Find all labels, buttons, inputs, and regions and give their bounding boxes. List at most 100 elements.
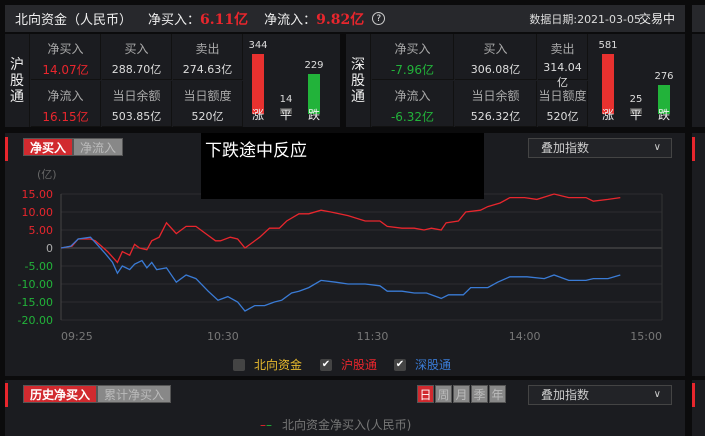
y-tick-label: 10.00 (22, 206, 54, 219)
label-up: 涨 (601, 108, 614, 122)
period-year[interactable]: 年 (489, 385, 506, 403)
label: 买入 (483, 42, 508, 56)
x-tick-label: 14:00 (509, 330, 541, 343)
label-char: 股 (351, 72, 365, 89)
net-flow-label: 净流入： (264, 13, 317, 28)
label-down: 跌 (307, 108, 320, 122)
value: 520亿 (191, 110, 224, 123)
history-legend: – – 北向资金净买入(人民币) (260, 416, 411, 433)
period-day[interactable]: 日 (417, 385, 434, 403)
y-tick-label: -5.00 (25, 260, 53, 273)
net-buy-value: 6.11亿 (200, 11, 249, 28)
sz-quota: 当日额度 520亿 (538, 81, 588, 127)
series-line-sh (60, 193, 621, 264)
sh-net-flow: 净流入 16.15亿 (31, 81, 101, 127)
label-flat: 平 (279, 108, 292, 122)
label-char: 股 (10, 72, 24, 89)
value: 274.63亿 (182, 63, 233, 76)
label-char: 深 (351, 56, 365, 73)
page-title: 北向资金（人民币） (15, 13, 133, 28)
net-buy-label: 净买入： (148, 13, 201, 28)
bar-up (252, 54, 264, 114)
sh-balance: 当日余额 503.85亿 (102, 81, 172, 127)
checkbox-checked[interactable]: ✔ (320, 358, 332, 371)
y-tick-label: 5.00 (29, 224, 54, 237)
sh-quota: 当日额度 520亿 (173, 81, 243, 127)
next-history-partial (692, 380, 705, 436)
tab-history-net-buy[interactable]: 历史净买入 (23, 385, 98, 403)
period-week[interactable]: 周 (435, 385, 452, 403)
label: 净买入 (47, 42, 84, 56)
label-char: 沪 (10, 56, 24, 73)
value: 14.07亿 (42, 63, 89, 77)
history-overlay-select[interactable]: 叠加指数 ∨ (528, 385, 672, 405)
x-tick-label: 11:30 (357, 330, 389, 343)
help-icon[interactable]: ? (372, 12, 386, 25)
legend-label: 北向资金净买入(人民币) (282, 418, 412, 432)
section-marker (692, 137, 695, 161)
count-up: 581 (598, 40, 618, 51)
net-flow-value: 9.82亿 (316, 11, 365, 28)
value: 288.70亿 (111, 63, 162, 76)
legend-label: 北向资金 (254, 358, 303, 372)
label-up: 涨 (251, 108, 264, 122)
count-down: 276 (654, 71, 674, 83)
sh-net-buy: 净买入 14.07亿 (31, 34, 101, 80)
label: 净买入 (394, 42, 431, 56)
legend-label: 深股通 (415, 358, 452, 372)
data-date: 数据日期:2021-03-05 (529, 12, 641, 26)
label-down: 跌 (657, 108, 670, 122)
count-flat: 14 (279, 94, 293, 105)
next-panel-partial (692, 34, 705, 127)
count-down: 229 (304, 60, 324, 72)
section-marker (5, 383, 8, 407)
sz-sell: 卖出 314.04亿 (538, 34, 588, 89)
label: 净流入 (47, 89, 84, 103)
next-header-partial (692, 5, 705, 32)
legend-sh[interactable]: ✔ 沪股通 (320, 356, 377, 373)
select-value: 叠加指数 (541, 388, 590, 402)
tab-cumulative-net-buy[interactable]: 累计净买入 (97, 385, 172, 403)
label: 当日额度 (183, 89, 232, 103)
legend-swatch-green: – (266, 417, 272, 432)
sz-connect-label: 深股通 (346, 34, 371, 127)
label: 净流入 (394, 89, 431, 103)
label: 当日额度 (538, 89, 587, 103)
sz-buy: 买入 306.08亿 (455, 34, 537, 80)
value: 306.08亿 (470, 63, 521, 76)
y-tick-label: 15.00 (22, 188, 54, 201)
y-axis-label: (亿) (37, 168, 57, 181)
sh-connect-label: 沪股通 (5, 34, 30, 127)
value: -6.32亿 (390, 110, 435, 124)
y-tick-label: -10.00 (18, 278, 53, 291)
checkbox[interactable] (233, 358, 245, 371)
legend-sz[interactable]: ✔ 深股通 (394, 356, 451, 373)
label-char: 通 (10, 88, 24, 105)
y-tick-label: -20.00 (18, 314, 53, 327)
sz-net-buy: 净买入 -7.96亿 (372, 34, 454, 80)
sh-buy: 买入 288.70亿 (102, 34, 172, 80)
legend-north[interactable]: 北向资金 (233, 356, 302, 373)
y-tick-label: 0 (46, 242, 53, 255)
label: 当日余额 (112, 89, 161, 103)
y-tick-label: -15.00 (18, 296, 53, 309)
section-marker (692, 383, 695, 407)
next-chart-partial (692, 133, 705, 376)
label: 当日余额 (471, 89, 520, 103)
value: 503.85亿 (111, 110, 162, 123)
count-flat: 25 (629, 94, 643, 105)
chevron-down-icon: ∨ (653, 389, 661, 400)
label: 买入 (124, 42, 149, 56)
sz-balance: 当日余额 526.32亿 (455, 81, 537, 127)
sh-connect-panel: 沪股通 净买入 14.07亿 买入 288.70亿 卖出 274.63亿 净流入 16.… (5, 34, 340, 127)
period-month[interactable]: 月 (453, 385, 470, 403)
checkbox-checked[interactable]: ✔ (394, 358, 406, 371)
x-tick-label: 10:30 (207, 330, 239, 343)
trading-status: 交易中 (638, 12, 675, 26)
x-tick-label: 15:00 (630, 330, 662, 343)
history-panel: 历史净买入 累计净买入 日 周 月 季 年 叠加指数 ∨ – – 北向资金净买入(人民… (5, 380, 685, 436)
x-tick-label: 09:25 (61, 330, 93, 343)
value: 520亿 (546, 110, 579, 123)
period-quarter[interactable]: 季 (471, 385, 488, 403)
count-up: 344 (248, 40, 268, 51)
